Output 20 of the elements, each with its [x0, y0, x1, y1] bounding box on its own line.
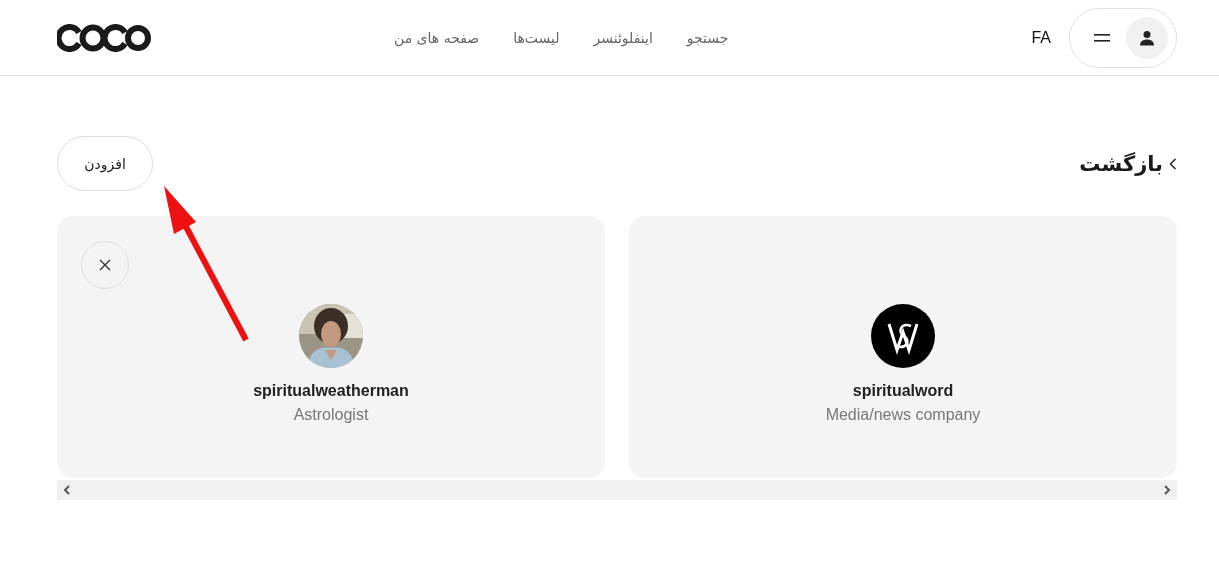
scrollbar[interactable] — [57, 480, 1177, 500]
username[interactable]: spiritualword — [852, 382, 954, 400]
username[interactable]: spiritualweatherman — [253, 382, 409, 400]
nav-link[interactable]: صفحه های من — [393, 29, 480, 46]
logo-avatar-icon — [871, 304, 935, 368]
scroll-left-button[interactable] — [63, 485, 71, 495]
chevron-icon — [1169, 157, 1177, 170]
category-label: Astrologist — [293, 406, 369, 424]
add-button[interactable]: افزودن — [57, 136, 153, 191]
user-icon — [1139, 29, 1155, 46]
category-label: Media/news company — [825, 406, 981, 424]
logo-icon[interactable] — [57, 23, 151, 52]
user-avatar[interactable] — [1126, 16, 1168, 59]
language-button[interactable]: FA — [1031, 28, 1051, 47]
nav-link[interactable]: جستجو — [686, 29, 729, 46]
nav-link[interactable]: اینفلوئنسر — [593, 29, 653, 46]
menu-icon[interactable] — [1094, 33, 1110, 42]
scroll-right-button[interactable] — [1163, 485, 1171, 495]
close-icon — [99, 259, 111, 271]
nav-link[interactable]: لیست‌ها — [513, 29, 560, 46]
